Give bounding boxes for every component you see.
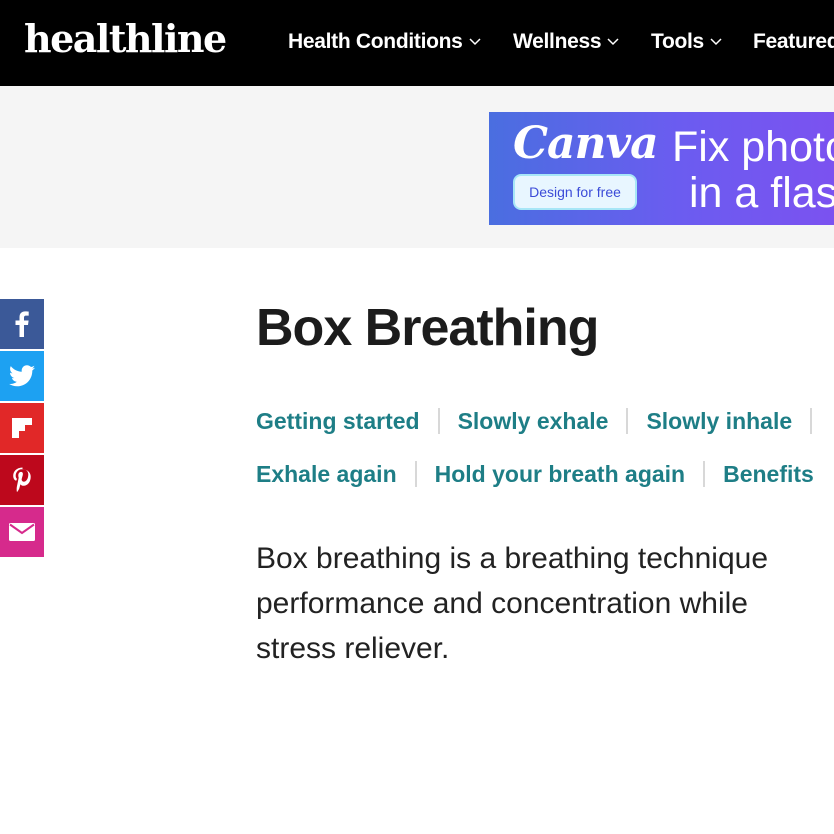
table-of-contents-row-2: Exhale again Hold your breath again Bene… [256, 459, 814, 489]
pinterest-icon [13, 467, 31, 492]
ad-headline-line1: Fix photo [672, 123, 834, 171]
toc-divider [626, 408, 629, 434]
toc-link-getting-started[interactable]: Getting started [256, 408, 420, 435]
share-twitter-button[interactable] [0, 351, 44, 401]
nav-health-conditions[interactable]: Health Conditions [288, 26, 481, 58]
toc-divider [414, 461, 417, 487]
chevron-down-icon [710, 38, 722, 46]
chevron-down-icon [607, 38, 619, 46]
email-icon [9, 523, 35, 541]
nav-wellness[interactable]: Wellness [513, 26, 619, 58]
nav-label: Tools [651, 30, 704, 53]
share-email-button[interactable] [0, 507, 44, 557]
top-navigation: healthline Health Conditions Wellness To… [0, 0, 834, 86]
nav-label: Health Conditions [288, 30, 463, 53]
ad-headline-line2: in a flash [689, 169, 834, 217]
toc-link-slowly-inhale[interactable]: Slowly inhale [646, 408, 792, 435]
toc-divider [437, 408, 440, 434]
nav-featured[interactable]: Featured [753, 26, 834, 58]
intro-line: stress reliever. [256, 632, 450, 665]
article-intro: Box breathing is a breathing technique p… [256, 536, 834, 671]
ad-cta-button[interactable]: Design for free [515, 176, 635, 208]
nav-tools[interactable]: Tools [651, 26, 722, 58]
healthline-logo[interactable]: healthline [24, 14, 227, 64]
toc-divider [810, 408, 813, 434]
ad-brand-logo: Canva [513, 118, 659, 169]
table-of-contents-row-1: Getting started Slowly exhale Slowly inh… [256, 406, 830, 436]
toc-divider [703, 461, 706, 487]
nav-label: Featured [753, 30, 834, 53]
twitter-icon [9, 365, 35, 387]
share-pinterest-button[interactable] [0, 455, 44, 505]
toc-link-exhale-again[interactable]: Exhale again [256, 461, 397, 488]
flipboard-icon [12, 418, 32, 438]
toc-link-slowly-exhale[interactable]: Slowly exhale [458, 408, 609, 435]
toc-link-benefits[interactable]: Benefits [723, 461, 814, 488]
facebook-icon [15, 311, 29, 337]
share-facebook-button[interactable] [0, 299, 44, 349]
article-title: Box Breathing [256, 299, 599, 357]
intro-line: Box breathing is a breathing technique [256, 542, 769, 575]
ad-headline: Fix photo in a flash [672, 124, 834, 216]
canva-ad-banner[interactable]: Canva Design for free Fix photo in a fla… [489, 112, 834, 225]
nav-label: Wellness [513, 30, 602, 53]
chevron-down-icon [469, 38, 481, 46]
intro-line: performance and concentration while [256, 587, 748, 620]
share-flipboard-button[interactable] [0, 403, 44, 453]
toc-link-hold-breath-again[interactable]: Hold your breath again [435, 461, 685, 488]
